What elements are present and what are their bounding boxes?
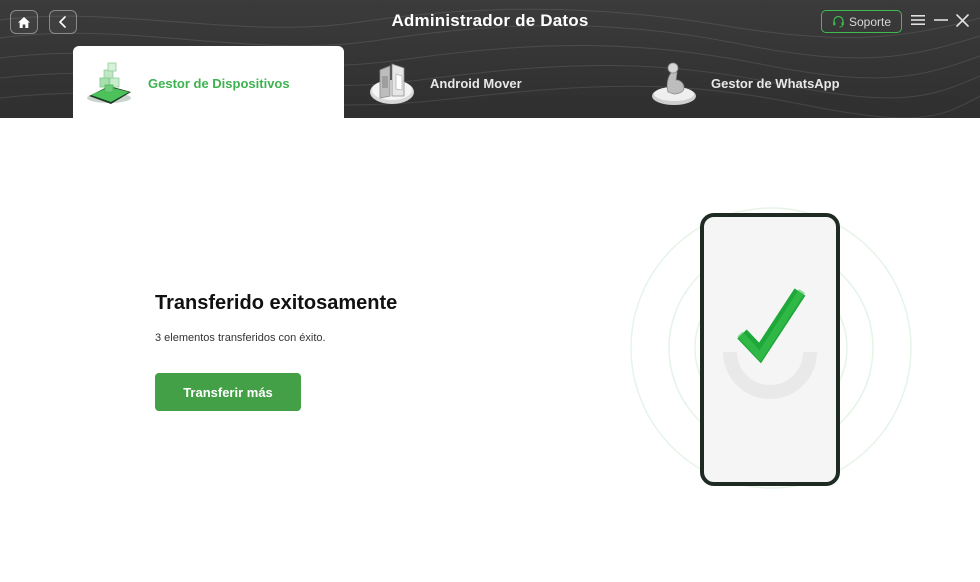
support-label: Soporte	[848, 14, 892, 29]
success-phone-illustration	[630, 207, 912, 489]
device-manager-icon	[87, 62, 131, 104]
menu-button[interactable]	[909, 11, 927, 29]
tab-device-manager[interactable]: Gestor de Dispositivos	[73, 46, 344, 118]
hamburger-menu-icon	[911, 15, 925, 25]
tab-android-mover-label: Android Mover	[430, 76, 522, 91]
tab-android-mover[interactable]: Android Mover	[366, 46, 606, 118]
minimize-icon	[934, 19, 948, 21]
tab-device-manager-label: Gestor de Dispositivos	[148, 76, 290, 91]
result-description: 3 elementos transferidos con éxito.	[155, 332, 326, 344]
transfer-more-button[interactable]: Transferir más	[155, 373, 301, 411]
android-mover-icon	[370, 63, 414, 104]
close-button[interactable]	[953, 11, 971, 29]
headset-icon	[833, 15, 844, 28]
app-window: Administrador de Datos Soporte Gestor de…	[0, 0, 980, 582]
title-bar: Administrador de Datos Soporte Gestor de…	[0, 0, 980, 118]
result-title: Transferido exitosamente	[155, 292, 398, 314]
support-button[interactable]: Soporte	[821, 10, 902, 33]
whatsapp-manager-icon	[652, 62, 696, 105]
minimize-button[interactable]	[932, 11, 950, 29]
close-icon	[955, 13, 969, 27]
tab-whatsapp-manager-label: Gestor de WhatsApp	[711, 76, 840, 91]
tab-whatsapp-manager[interactable]: Gestor de WhatsApp	[646, 46, 906, 118]
